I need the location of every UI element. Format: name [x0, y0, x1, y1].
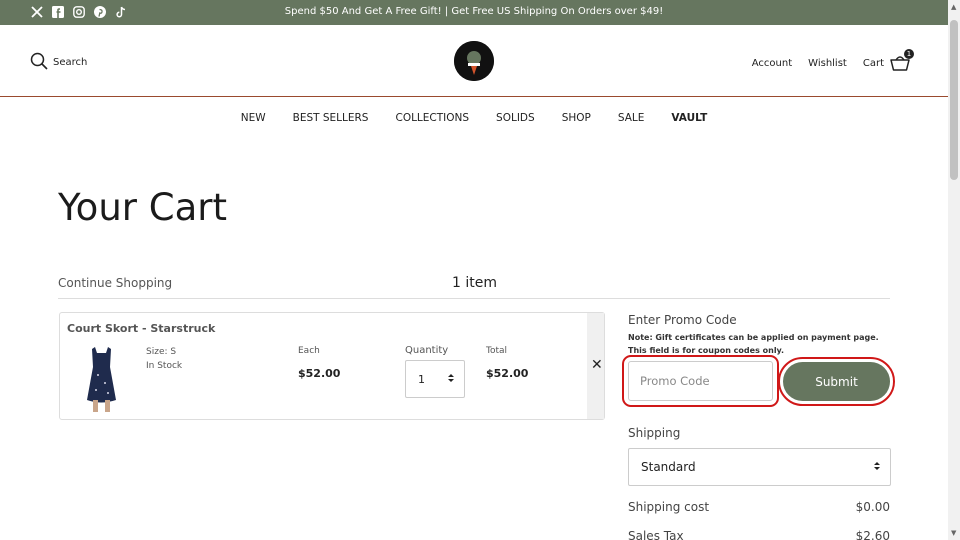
nav-item-shop[interactable]: SHOP	[562, 112, 591, 124]
page-scrollbar[interactable]: ▲ ▼	[948, 0, 960, 540]
search-icon	[30, 52, 48, 73]
select-arrows-icon	[874, 460, 880, 474]
site-header: Search Account Wishlist Cart 1	[0, 25, 948, 97]
shipping-cost-label: Shipping cost	[628, 500, 710, 514]
header-links: Account Wishlist Cart 1	[752, 49, 914, 72]
nav-item-new[interactable]: NEW	[241, 112, 266, 124]
promo-submit-button[interactable]: Submit	[778, 357, 895, 406]
nav-item-solids[interactable]: SOLIDS	[496, 112, 535, 124]
scroll-down-icon[interactable]: ▼	[951, 529, 956, 537]
search-label: Search	[53, 57, 88, 68]
nav-item-sale[interactable]: SALE	[618, 112, 645, 124]
account-link[interactable]: Account	[752, 58, 792, 69]
page-title: Your Cart	[58, 186, 227, 229]
promo-code-input[interactable]	[622, 355, 779, 407]
promo-title: Enter Promo Code	[628, 313, 737, 327]
wishlist-link[interactable]: Wishlist	[808, 58, 847, 69]
main-nav: NEW BEST SELLERS COLLECTIONS SOLIDS SHOP…	[0, 112, 948, 124]
cart-label: Cart	[862, 57, 884, 69]
quantity-label: Quantity	[405, 345, 449, 356]
cart-icon: 1	[890, 49, 914, 72]
select-arrows-icon	[448, 373, 454, 386]
item-count: 1 item	[452, 275, 497, 291]
stock-status: In Stock	[146, 361, 183, 371]
scroll-up-icon[interactable]: ▲	[951, 3, 956, 11]
shipping-label: Shipping	[628, 426, 681, 440]
promo-note: Note: Gift certificates can be applied o…	[628, 333, 879, 355]
promo-banner-text: Spend $50 And Get A Free Gift! | Get Fre…	[284, 6, 664, 17]
remove-item-icon[interactable]: ✕	[591, 357, 603, 373]
cart-link[interactable]: Cart 1	[862, 49, 914, 72]
sales-tax-value: $2.60	[855, 529, 890, 540]
scrollbar-thumb[interactable]	[950, 20, 958, 180]
total-price: $52.00	[486, 367, 529, 380]
product-name[interactable]: Court Skort - Starstruck	[67, 322, 215, 335]
quantity-select[interactable]: 1	[405, 360, 465, 398]
nav-item-collections[interactable]: COLLECTIONS	[395, 112, 469, 124]
brand-logo[interactable]	[454, 41, 494, 81]
divider	[58, 298, 890, 299]
shipping-select[interactable]: Standard	[628, 448, 891, 486]
product-image[interactable]	[78, 345, 125, 412]
product-size: Size: S	[146, 347, 177, 357]
search-button[interactable]: Search	[30, 52, 87, 73]
sales-tax-label: Sales Tax	[628, 529, 684, 540]
quantity-value: 1	[418, 372, 425, 386]
nav-item-best-sellers[interactable]: BEST SELLERS	[293, 112, 369, 124]
shipping-cost-value: $0.00	[855, 500, 890, 514]
each-label: Each	[298, 346, 320, 356]
each-price: $52.00	[298, 367, 341, 380]
nav-item-vault[interactable]: VAULT	[671, 112, 707, 124]
cart-item: Court Skort - Starstruck Size: S In Stoc…	[59, 312, 605, 420]
announcement-bar: Spend $50 And Get A Free Gift! | Get Fre…	[0, 0, 948, 25]
shipping-selected: Standard	[641, 460, 696, 474]
total-label: Total	[486, 346, 508, 356]
cart-count-badge: 1	[904, 49, 914, 59]
continue-shopping-link[interactable]: Continue Shopping	[58, 276, 172, 290]
